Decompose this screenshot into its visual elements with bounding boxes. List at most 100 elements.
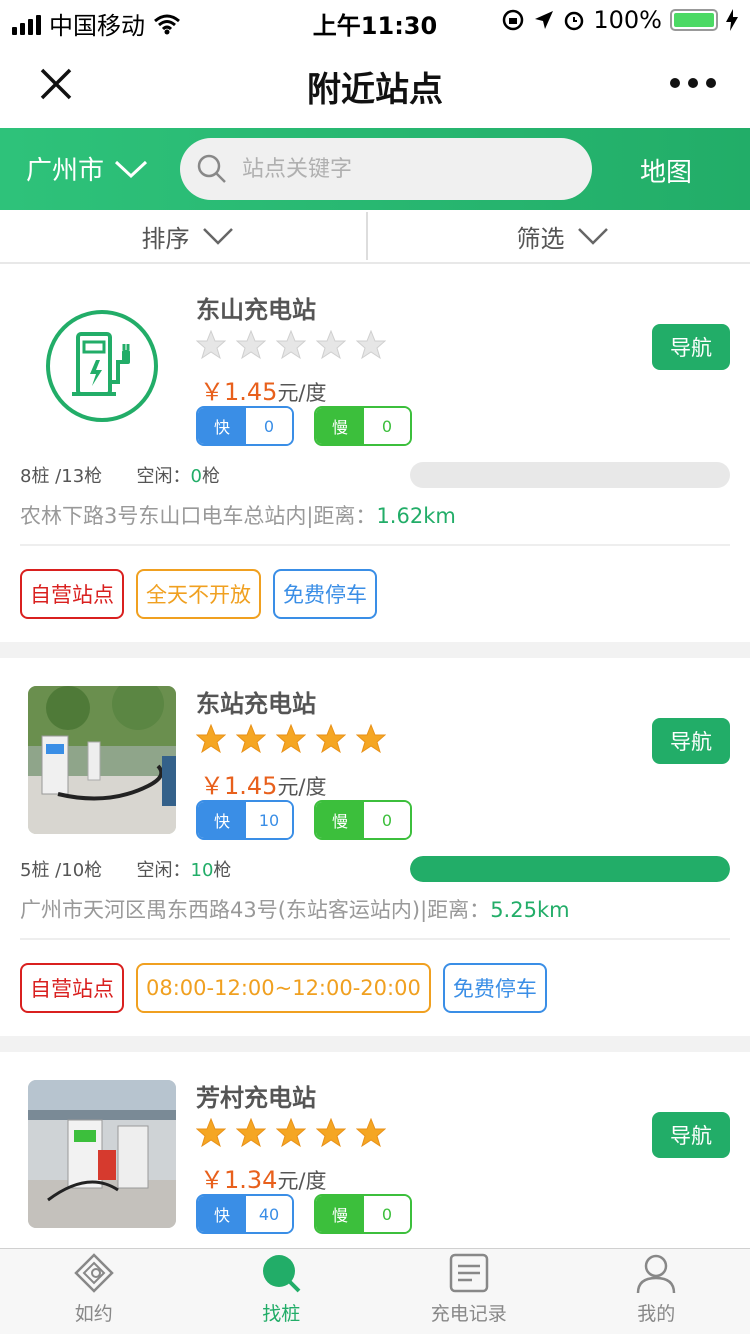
price-value: ￥1.45: [200, 378, 278, 406]
star-icon: [356, 330, 386, 360]
filter-dropdown[interactable]: 筛选: [375, 210, 750, 262]
star-icon: [276, 724, 306, 754]
station-card[interactable]: 东山充电站 ￥1.45元/度 快 0 慢 0 导航 8桩 /13枪 空闲：0枪: [0, 264, 750, 642]
address-text: 农林下路3号东山口电车总站内|距离：: [20, 504, 377, 528]
pile-count: 8桩 /13枪: [20, 466, 103, 487]
ruyue-icon: [73, 1253, 114, 1293]
star-icon: [236, 724, 266, 754]
charging-icon: [726, 9, 738, 31]
slow-gun-badge: 慢 0: [314, 406, 412, 446]
tag-row: 自营站点 全天不开放 免费停车: [20, 544, 730, 642]
filter-label: 筛选: [516, 224, 565, 253]
star-icon: [356, 1118, 386, 1148]
slow-count: 0: [364, 802, 410, 838]
tab-ruyue[interactable]: 如约: [0, 1249, 188, 1334]
rating-stars: [196, 330, 386, 360]
divider: [366, 212, 368, 260]
price-value: ￥1.34: [200, 1166, 278, 1194]
rating-stars: [196, 724, 386, 754]
tab-mine[interactable]: 我的: [563, 1249, 750, 1334]
nav-bar: 附近站点: [0, 40, 750, 128]
availability-fill: [410, 856, 730, 882]
fast-gun-badge: 快 0: [196, 406, 294, 446]
tag: 免费停车: [442, 963, 547, 1013]
more-icon[interactable]: [670, 78, 716, 88]
slow-gun-badge: 慢 0: [314, 800, 412, 840]
station-name: 东站充电站: [196, 690, 316, 718]
tab-find-pile[interactable]: 找桩: [188, 1249, 376, 1334]
pile-info: 5桩 /10枪 空闲：10枪: [20, 856, 231, 882]
alarm-icon: [565, 11, 584, 31]
slow-label: 慢: [316, 1196, 364, 1232]
battery-icon: [670, 9, 718, 31]
fast-count: 40: [246, 1196, 292, 1232]
star-icon: [196, 330, 226, 360]
station-card[interactable]: 东站充电站 ￥1.45元/度 快 10 慢 0 导航 5桩 /10枪 空闲：10…: [0, 658, 750, 1036]
fast-count: 0: [246, 408, 292, 444]
navigate-button[interactable]: 导航: [652, 718, 730, 764]
map-link[interactable]: 地图: [640, 152, 692, 189]
station-card-main: 东站充电站 ￥1.45元/度 快 10 慢 0 导航 5桩 /10枪 空闲：10…: [0, 658, 750, 938]
address: 广州市天河区禺东西路43号(东站客运站内)|距离：5.25km: [20, 894, 570, 924]
station-card-main: 东山充电站 ￥1.45元/度 快 0 慢 0 导航 8桩 /13枪 空闲：0枪: [0, 264, 750, 544]
price-value: ￥1.45: [200, 772, 278, 800]
navigate-button[interactable]: 导航: [652, 1112, 730, 1158]
sort-dropdown[interactable]: 排序: [0, 210, 375, 262]
slow-gun-badge: 慢 0: [314, 1194, 412, 1234]
location-icon: [535, 11, 554, 29]
star-icon: [276, 1118, 306, 1148]
free-unit: 枪: [213, 860, 232, 881]
search-box[interactable]: [180, 138, 592, 200]
pile-info: 8桩 /13枪 空闲：0枪: [20, 462, 220, 488]
chevron-down-icon: [114, 160, 148, 178]
station-photo: [28, 1080, 176, 1228]
address: 农林下路3号东山口电车总站内|距离：1.62km: [20, 500, 456, 530]
tab-label: 如约: [74, 1303, 113, 1325]
tag: 自营站点: [20, 963, 124, 1013]
navigate-button[interactable]: 导航: [652, 324, 730, 370]
pile-count: 5桩 /10枪: [20, 860, 103, 881]
search-bar: 广州市 地图: [0, 128, 750, 210]
price-unit: 元/度: [277, 381, 327, 405]
free-unit: 枪: [201, 466, 220, 487]
tab-label: 找桩: [262, 1303, 301, 1325]
tab-label: 充电记录: [430, 1303, 507, 1325]
availability-bar: [410, 856, 730, 882]
slow-count: 0: [364, 1196, 410, 1232]
star-icon: [276, 330, 306, 360]
status-bar: 中国移动 上午11:30 100%: [0, 0, 750, 40]
availability-bar: [410, 462, 730, 488]
price-unit: 元/度: [277, 775, 327, 799]
free-value: 10: [190, 860, 214, 881]
user-icon: [637, 1254, 676, 1294]
slow-label: 慢: [316, 408, 364, 444]
city-selector[interactable]: 广州市: [26, 150, 148, 187]
star-icon: [236, 1118, 266, 1148]
star-icon: [236, 330, 266, 360]
rotation-lock-icon: [503, 9, 524, 31]
search-icon: [263, 1255, 301, 1293]
tab-charge-record[interactable]: 充电记录: [375, 1249, 563, 1334]
star-icon: [316, 1118, 346, 1148]
tab-label: 我的: [637, 1303, 676, 1325]
chevron-down-icon: [202, 228, 233, 245]
tag: 自营站点: [20, 569, 124, 619]
fast-gun-badge: 快 10: [196, 800, 294, 840]
tag: 08:00-12:00~12:00-20:00: [136, 963, 431, 1013]
search-input[interactable]: [242, 156, 562, 182]
distance: 1.62km: [376, 504, 456, 528]
price: ￥1.45元/度: [200, 372, 327, 407]
address-text: 广州市天河区禺东西路43号(东站客运站内)|距离：: [20, 898, 491, 922]
tag-row: 自营站点 08:00-12:00~12:00-20:00 免费停车: [20, 938, 730, 1036]
tab-bar: 如约 找桩 充电记录 我的: [0, 1248, 750, 1334]
fast-label: 快: [198, 802, 246, 838]
station-name: 东山充电站: [196, 296, 316, 324]
slow-label: 慢: [316, 802, 364, 838]
star-icon: [196, 724, 226, 754]
city-label: 广州市: [26, 156, 105, 186]
screen: 中国移动 上午11:30 100% 附近站点 广州市 站点关键字 地图 排序 筛…: [0, 0, 750, 1334]
star-icon: [316, 330, 346, 360]
free-label: 空闲：: [136, 466, 191, 487]
station-list: 东山充电站 ￥1.45元/度 快 0 慢 0 导航 8桩 /13枪 空闲：0枪: [0, 264, 750, 1334]
sort-filter-bar: 排序 筛选: [0, 210, 750, 264]
